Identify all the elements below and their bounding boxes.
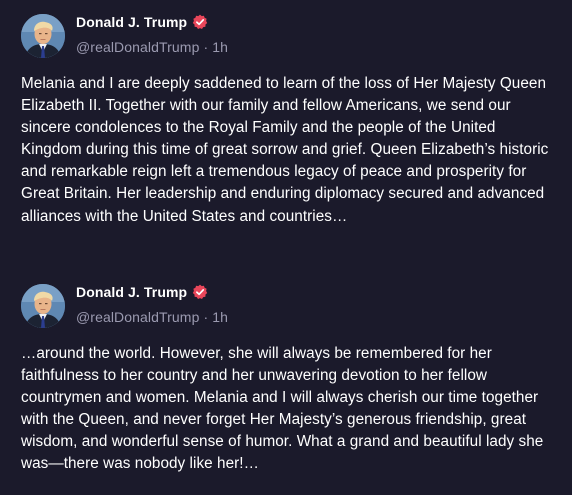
avatar-portrait-icon (21, 14, 65, 58)
meta-separator: · (203, 39, 209, 55)
post-timestamp[interactable]: 1h (212, 39, 228, 55)
author-display-name[interactable]: Donald J. Trump (76, 14, 187, 30)
author-meta-line: @realDonaldTrump · 1h (76, 39, 228, 55)
author-meta-line: @realDonaldTrump · 1h (76, 309, 228, 325)
author-name-line: Donald J. Trump (76, 284, 208, 300)
author-handle[interactable]: @realDonaldTrump (76, 309, 199, 325)
author-handle[interactable]: @realDonaldTrump (76, 39, 199, 55)
author-avatar[interactable] (21, 14, 65, 58)
author-display-name[interactable]: Donald J. Trump (76, 284, 187, 300)
post-text: …around the world. However, she will alw… (21, 345, 544, 473)
author-avatar[interactable] (21, 284, 65, 328)
meta-separator: · (203, 309, 209, 325)
verified-badge-icon (192, 284, 208, 299)
avatar-portrait-icon (21, 284, 65, 328)
post-text: Melania and I are deeply saddened to lea… (21, 75, 549, 225)
verified-badge-icon (192, 14, 208, 29)
author-name-line: Donald J. Trump (76, 14, 208, 30)
post-timestamp[interactable]: 1h (212, 309, 228, 325)
